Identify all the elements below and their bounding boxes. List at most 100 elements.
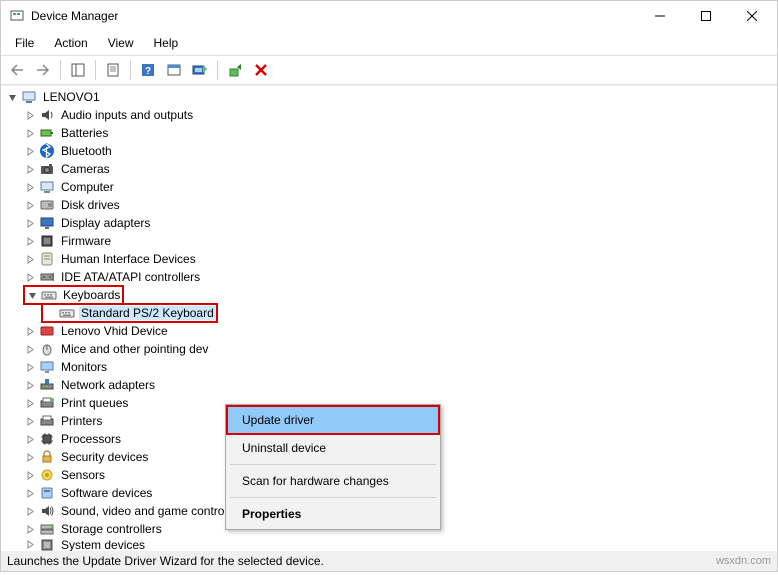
expand-icon[interactable] (23, 468, 37, 482)
expand-icon[interactable] (23, 414, 37, 428)
display-icon (39, 215, 55, 231)
help-button[interactable]: ? (136, 58, 160, 82)
minimize-button[interactable] (637, 1, 683, 31)
tree-node[interactable]: Disk drives (1, 196, 777, 214)
maximize-button[interactable] (683, 1, 729, 31)
tree-node[interactable]: Bluetooth (1, 142, 777, 160)
expand-icon[interactable] (23, 360, 37, 374)
tree-node-label: Standard PS/2 Keyboard (79, 306, 216, 320)
collapse-icon[interactable] (5, 90, 19, 104)
tree-node[interactable]: LENOVO1 (1, 88, 777, 106)
tree-node-label: Audio inputs and outputs (59, 108, 195, 122)
tree-node[interactable]: Firmware (1, 232, 777, 250)
context-menu: Update driver Uninstall device Scan for … (225, 404, 441, 530)
tree-node-label: Lenovo Vhid Device (59, 324, 170, 338)
update-driver-button[interactable] (223, 58, 247, 82)
expand-icon[interactable] (23, 216, 37, 230)
device-tree[interactable]: LENOVO1 Audio inputs and outputs Batteries… (1, 85, 777, 575)
tree-node-label: Storage controllers (59, 522, 164, 536)
tree-node-label: Sound, video and game controllers (59, 504, 248, 518)
tree-node-label: Keyboards (61, 288, 122, 302)
menu-file[interactable]: File (7, 33, 42, 53)
expand-icon[interactable] (23, 162, 37, 176)
highlight-box: Standard PS/2 Keyboard (41, 303, 218, 323)
tree-node-label: Display adapters (59, 216, 152, 230)
expand-icon[interactable] (23, 378, 37, 392)
tree-node[interactable]: Computer (1, 178, 777, 196)
sensor-icon (39, 467, 55, 483)
title-bar: Device Manager (1, 1, 777, 31)
tree-node[interactable]: Standard PS/2 Keyboard (1, 304, 777, 322)
expand-icon[interactable] (23, 432, 37, 446)
menu-action[interactable]: Action (46, 33, 95, 53)
expand-icon[interactable] (23, 126, 37, 140)
context-menu-separator (230, 497, 436, 498)
toolbar-separator (130, 60, 131, 80)
tree-node[interactable]: System devices (1, 538, 777, 551)
bluetooth-icon (39, 143, 55, 159)
expand-icon[interactable] (23, 108, 37, 122)
tree-node-label: Sensors (59, 468, 107, 482)
context-menu-update-driver[interactable]: Update driver (228, 407, 438, 433)
cpu-icon (39, 431, 55, 447)
expand-icon[interactable] (23, 486, 37, 500)
menu-view[interactable]: View (100, 33, 142, 53)
expand-icon[interactable] (23, 270, 37, 284)
computer-root-icon (21, 89, 37, 105)
mouse-icon (39, 341, 55, 357)
action-button[interactable] (162, 58, 186, 82)
expand-icon[interactable] (23, 252, 37, 266)
highlight-box: Keyboards (23, 285, 124, 305)
tree-node[interactable]: Display adapters (1, 214, 777, 232)
tree-node[interactable]: Network adapters (1, 376, 777, 394)
tree-node-label: Bluetooth (59, 144, 114, 158)
tree-node-label: IDE ATA/ATAPI controllers (59, 270, 202, 284)
context-menu-separator (230, 464, 436, 465)
expand-icon[interactable] (23, 522, 37, 536)
back-button[interactable] (5, 58, 29, 82)
forward-button[interactable] (31, 58, 55, 82)
tree-node-label: LENOVO1 (41, 90, 102, 104)
audio-icon (39, 107, 55, 123)
camera-icon (39, 161, 55, 177)
tree-node[interactable]: Monitors (1, 358, 777, 376)
tree-node[interactable]: IDE ATA/ATAPI controllers (1, 268, 777, 286)
close-button[interactable] (729, 1, 775, 31)
tree-node-label: Security devices (59, 450, 150, 464)
expand-icon[interactable] (23, 342, 37, 356)
expand-icon[interactable] (23, 504, 37, 518)
hid-icon (39, 251, 55, 267)
tree-node[interactable]: Lenovo Vhid Device (1, 322, 777, 340)
tree-node-label: Processors (59, 432, 123, 446)
monitor-icon (39, 359, 55, 375)
uninstall-button[interactable] (249, 58, 273, 82)
expander-placeholder (43, 306, 57, 320)
tree-node[interactable]: Human Interface Devices (1, 250, 777, 268)
tree-node-label: Printers (59, 414, 104, 428)
tree-node-label: Print queues (59, 396, 130, 410)
expand-icon[interactable] (23, 450, 37, 464)
tree-node[interactable]: Cameras (1, 160, 777, 178)
context-menu-uninstall[interactable]: Uninstall device (228, 435, 438, 461)
expand-icon[interactable] (23, 324, 37, 338)
expand-icon[interactable] (23, 144, 37, 158)
tree-node[interactable]: Audio inputs and outputs (1, 106, 777, 124)
context-menu-properties[interactable]: Properties (228, 501, 438, 527)
properties-button[interactable] (101, 58, 125, 82)
scan-hardware-button[interactable] (188, 58, 212, 82)
expand-icon[interactable] (23, 396, 37, 410)
collapse-icon[interactable] (25, 288, 39, 302)
window-title: Device Manager (31, 9, 637, 23)
expand-icon[interactable] (23, 198, 37, 212)
expand-icon[interactable] (23, 234, 37, 248)
tree-node[interactable]: Keyboards (1, 286, 777, 304)
menu-help[interactable]: Help (146, 33, 187, 53)
tree-node[interactable]: Mice and other pointing dev (1, 340, 777, 358)
show-hide-console-button[interactable] (66, 58, 90, 82)
tree-node-label: Disk drives (59, 198, 122, 212)
software-icon (39, 485, 55, 501)
context-menu-scan[interactable]: Scan for hardware changes (228, 468, 438, 494)
expand-icon[interactable] (23, 538, 37, 551)
tree-node[interactable]: Batteries (1, 124, 777, 142)
expand-icon[interactable] (23, 180, 37, 194)
